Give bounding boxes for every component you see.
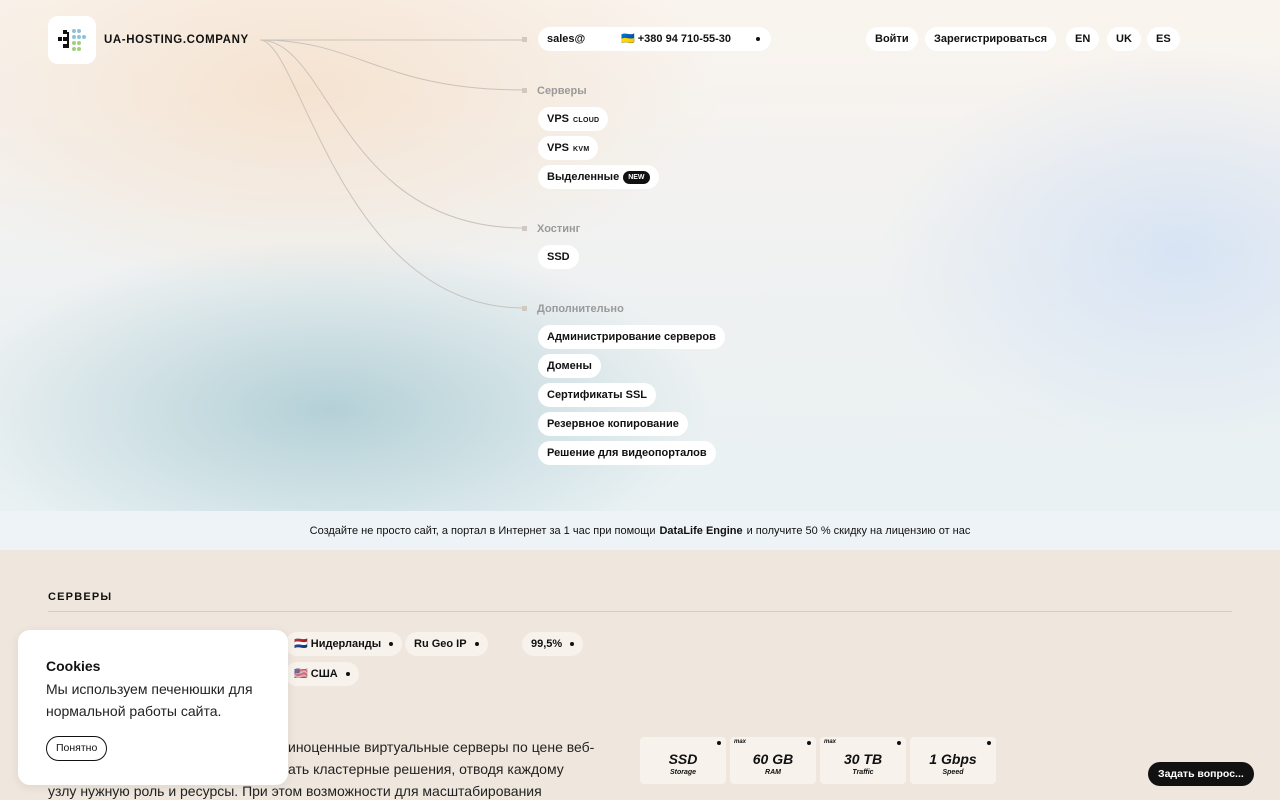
dot-icon xyxy=(807,741,811,745)
location-usa[interactable]: 🇺🇸 США xyxy=(285,662,359,686)
cookie-accept-button[interactable]: Понятно xyxy=(46,736,108,761)
menu-item-label: VPS xyxy=(547,113,570,125)
spec-value: 1 Gbps xyxy=(929,751,977,767)
lang-uk-button[interactable]: UK xyxy=(1107,27,1141,51)
menu-item-label: VPS xyxy=(547,142,570,154)
spec-value: 60 GB xyxy=(752,751,794,767)
contact-pill[interactable]: sales@ 🇺🇦 +380 94 710-55-30 xyxy=(538,27,771,51)
location-label: 🇺🇸 США xyxy=(294,668,338,680)
lang-es-button[interactable]: ES xyxy=(1147,27,1180,51)
spec-card-storage: SSD Storage xyxy=(640,737,726,784)
spec-caption: Speed xyxy=(942,769,964,776)
uptime-value: 99,5% xyxy=(531,638,563,650)
dot-icon xyxy=(474,642,479,647)
menu-item-ssd[interactable]: SSD xyxy=(538,245,579,269)
menu-item-domains[interactable]: Домены xyxy=(538,354,601,378)
menu-item-backup[interactable]: Резервное копирование xyxy=(538,412,688,436)
kvm-tag: KVM xyxy=(573,146,590,153)
spec-card-traffic: max 30 TB Traffic xyxy=(820,737,906,784)
menu-item-dedicated[interactable]: Выделенные NEW xyxy=(538,165,659,189)
lang-en-button[interactable]: EN xyxy=(1066,27,1100,51)
menu-item-video-portals[interactable]: Решение для видеопорталов xyxy=(538,441,716,465)
cloud-tag: CLOUD xyxy=(573,117,600,124)
spec-caption: Traffic xyxy=(852,769,874,776)
menu-section-hosting: Хостинг xyxy=(537,223,581,235)
logo-text: UA-HOSTING.COMPANY xyxy=(104,34,249,46)
spec-value: 30 TB xyxy=(843,751,883,767)
spec-max-label: max xyxy=(734,739,747,745)
menu-item-vps-cloud[interactable]: VPS CLOUD xyxy=(538,107,609,131)
cookie-title: Cookies xyxy=(46,658,101,674)
ask-question-button[interactable]: Задать вопрос... xyxy=(1148,762,1254,786)
servers-section-title: СЕРВЕРЫ xyxy=(48,591,113,603)
menu-item-vps-kvm[interactable]: VPS KVM xyxy=(538,136,599,160)
promo-highlight: DataLife Engine xyxy=(659,524,743,537)
dot-icon xyxy=(570,642,575,647)
dot-icon xyxy=(717,741,721,745)
spec-max-label: max xyxy=(824,739,837,745)
menu-item-ssl[interactable]: Сертификаты SSL xyxy=(538,383,657,407)
site-logo[interactable]: UA-HOSTING.COMPANY xyxy=(48,16,249,64)
spec-card-ram: max 60 GB RAM xyxy=(730,737,816,784)
phone-link[interactable]: 🇺🇦 +380 94 710-55-30 xyxy=(621,27,731,51)
logo-icon xyxy=(48,16,96,64)
location-ru-geo-ip[interactable]: Ru Geo IP xyxy=(405,632,488,656)
dot-icon xyxy=(897,741,901,745)
sales-email-link[interactable]: sales@ xyxy=(547,27,585,51)
register-button[interactable]: Зарегистрироваться xyxy=(925,27,1057,51)
uptime-badge: 99,5% xyxy=(522,632,584,656)
dot-icon xyxy=(345,672,350,677)
hero-section: UA-HOSTING.COMPANY sales@ 🇺🇦 +380 94 710… xyxy=(0,0,1280,511)
location-label: 🇳🇱 Нидерланды xyxy=(294,638,382,650)
promo-text-after: и получите 50 % скидку на лицензию от на… xyxy=(746,524,971,537)
menu-item-server-admin[interactable]: Администрирование серверов xyxy=(538,325,725,349)
promo-text-before: Создайте не просто сайт, а портал в Инте… xyxy=(309,524,656,537)
new-badge: NEW xyxy=(623,170,650,184)
spec-caption: RAM xyxy=(765,769,781,776)
section-divider xyxy=(48,611,1232,612)
login-button[interactable]: Войти xyxy=(866,27,918,51)
dot-icon xyxy=(389,642,394,647)
menu-section-servers: Серверы xyxy=(537,85,587,97)
contact-dot-icon xyxy=(756,37,760,41)
dot-icon xyxy=(987,741,991,745)
promo-banner[interactable]: Создайте не просто сайт, а портал в Инте… xyxy=(0,511,1280,550)
menu-section-extra: Дополнительно xyxy=(537,303,624,315)
menu-item-label: Выделенные xyxy=(547,171,620,183)
location-netherlands[interactable]: 🇳🇱 Нидерланды xyxy=(285,632,403,656)
location-label: Ru Geo IP xyxy=(414,638,467,650)
spec-card-speed: 1 Gbps Speed xyxy=(910,737,996,784)
spec-caption: Storage xyxy=(669,769,697,776)
cookie-text: Мы используем печенюшки для нормальной р… xyxy=(46,681,253,719)
cookie-dialog: Cookies Мы используем печенюшки для норм… xyxy=(18,630,288,785)
spec-value: SSD xyxy=(668,751,698,767)
